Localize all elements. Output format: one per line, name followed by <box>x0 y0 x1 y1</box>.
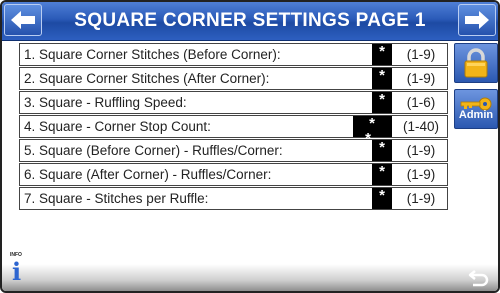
page-title: SQUARE CORNER SETTINGS PAGE 1 <box>74 10 426 31</box>
admin-button[interactable]: Admin <box>454 89 498 129</box>
setting-range: (1-9) <box>406 191 436 206</box>
setting-label: 2. Square Corner Stitches (After Corner)… <box>24 71 270 86</box>
setting-value[interactable]: * <box>372 164 392 185</box>
arrow-right-icon <box>465 11 489 29</box>
setting-range: (1-9) <box>406 167 436 182</box>
padlock-icon <box>464 48 488 78</box>
setting-value[interactable]: * <box>372 92 392 113</box>
return-arrow-icon <box>468 270 489 287</box>
setting-range: (1-40) <box>402 119 439 134</box>
info-button[interactable]: INFO i <box>8 252 38 288</box>
settings-list: 1. Square Corner Stitches (Before Corner… <box>19 43 448 211</box>
side-panel: Admin <box>454 43 498 135</box>
next-page-button[interactable] <box>458 4 496 36</box>
back-button[interactable] <box>464 266 494 290</box>
setting-range: (1-9) <box>406 71 436 86</box>
footer-bar <box>2 264 498 291</box>
setting-label: 5. Square (Before Corner) - Ruffles/Corn… <box>24 143 283 158</box>
setting-row-1[interactable]: 1. Square Corner Stitches (Before Corner… <box>19 43 448 66</box>
setting-label: 6. Square (After Corner) - Ruffles/Corne… <box>24 167 272 182</box>
prev-page-button[interactable] <box>4 4 42 36</box>
setting-label: 3. Square - Ruffling Speed: <box>24 95 187 110</box>
setting-row-5[interactable]: 5. Square (Before Corner) - Ruffles/Corn… <box>19 139 448 162</box>
setting-row-3[interactable]: 3. Square - Ruffling Speed: * (1-6) <box>19 91 448 114</box>
arrow-left-icon <box>11 11 35 29</box>
settings-screen: SQUARE CORNER SETTINGS PAGE 1 1. Square … <box>0 0 500 293</box>
setting-range: (1-9) <box>406 47 436 62</box>
setting-label: 7. Square - Stitches per Ruffle: <box>24 191 209 206</box>
setting-row-6[interactable]: 6. Square (After Corner) - Ruffles/Corne… <box>19 163 448 186</box>
setting-range: (1-6) <box>406 95 436 110</box>
setting-row-7[interactable]: 7. Square - Stitches per Ruffle: * (1-9) <box>19 187 448 210</box>
setting-value[interactable]: * * <box>353 116 392 146</box>
setting-row-2[interactable]: 2. Square Corner Stitches (After Corner)… <box>19 67 448 90</box>
lock-button[interactable] <box>454 43 498 83</box>
setting-value[interactable]: * <box>372 188 392 209</box>
setting-range: (1-9) <box>406 143 436 158</box>
info-icon: i <box>12 257 22 286</box>
setting-label: 1. Square Corner Stitches (Before Corner… <box>24 47 281 62</box>
header-bar: SQUARE CORNER SETTINGS PAGE 1 <box>2 2 498 41</box>
setting-value[interactable]: * <box>372 140 392 161</box>
setting-value[interactable]: * <box>372 44 392 65</box>
setting-row-4[interactable]: 4. Square - Corner Stop Count: * * (1-40… <box>19 115 448 146</box>
setting-label: 4. Square - Corner Stop Count: <box>24 119 211 134</box>
setting-value[interactable]: * <box>372 68 392 89</box>
admin-label: Admin <box>458 109 494 121</box>
